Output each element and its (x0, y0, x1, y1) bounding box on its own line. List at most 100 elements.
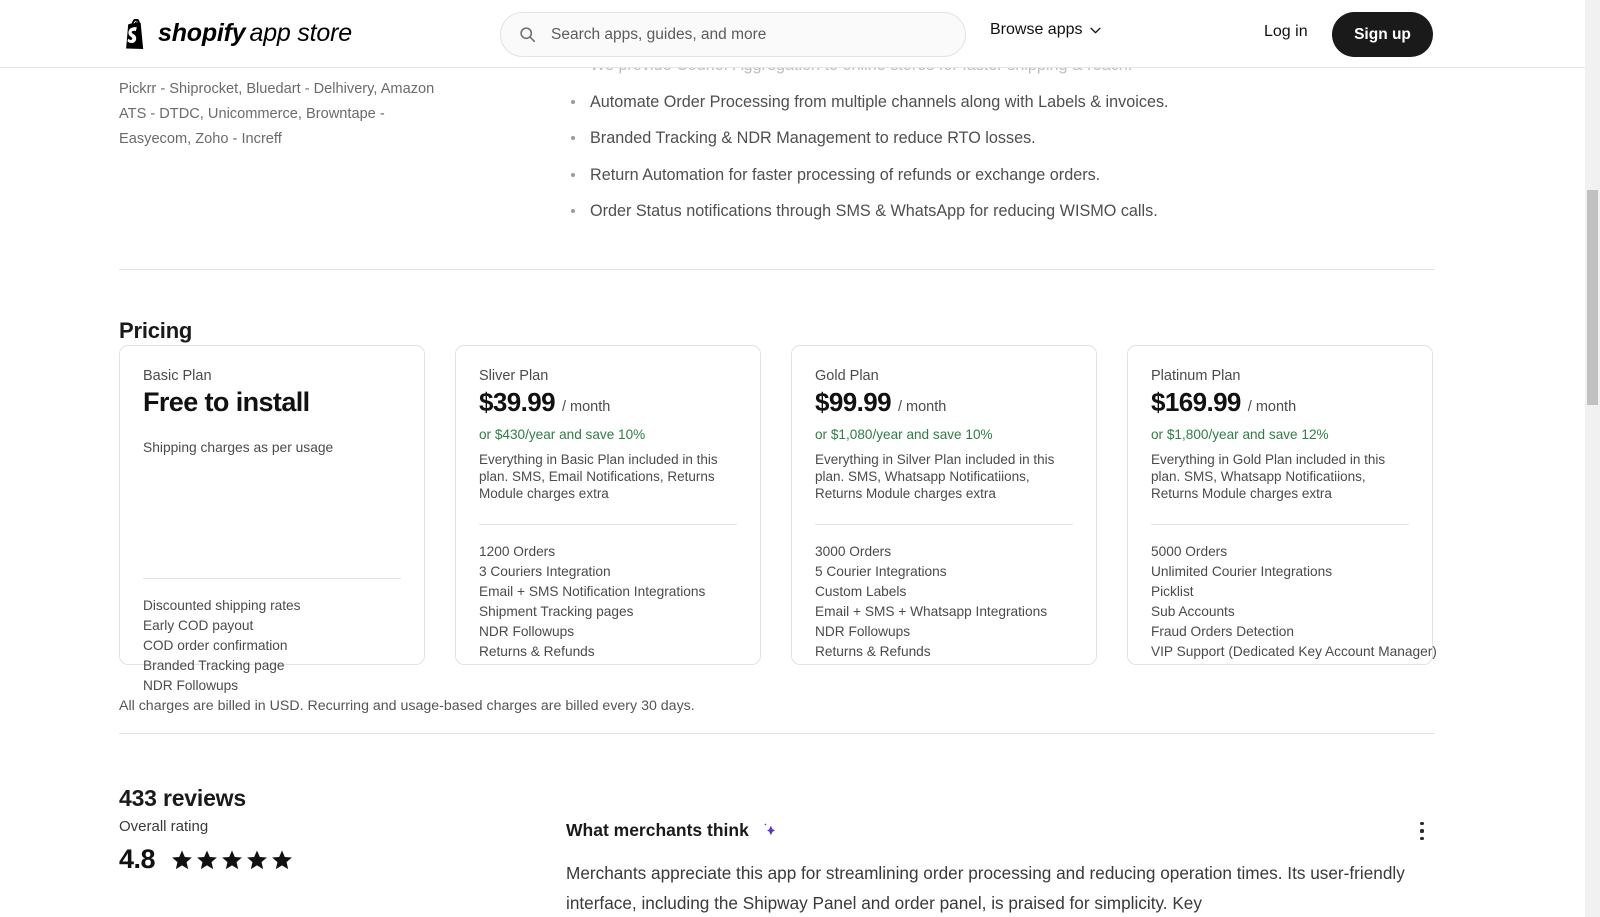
feature-bullet: Branded Tracking & NDR Management to red… (568, 127, 1448, 149)
search-icon (519, 26, 536, 43)
signup-button[interactable]: Sign up (1332, 12, 1433, 57)
plan-feature: Shipment Tracking pages (479, 602, 748, 622)
plan-feature: 1200 Orders (479, 542, 748, 562)
plan-annual-savings: or $1,800/year and save 12% (1151, 427, 1409, 442)
search-bar[interactable] (500, 12, 966, 57)
plan-feature: Returns & Refunds (815, 642, 1084, 662)
shopify-app-store-logo[interactable]: shopifyapp store (122, 19, 352, 49)
plan-feature: NDR Followups (479, 622, 748, 642)
star-filled-icon (196, 849, 218, 871)
app-feature-bullets: We provide Courier Aggregation to online… (568, 54, 1448, 237)
plan-feature: Picklist (1151, 582, 1420, 602)
plan-subtitle: Everything in Silver Plan included in th… (815, 452, 1073, 504)
pricing-heading: Pricing (119, 318, 192, 344)
overall-rating-label: Overall rating (119, 818, 208, 835)
overall-rating-row: 4.8 (119, 844, 293, 875)
kebab-menu-icon[interactable] (1412, 820, 1432, 842)
star-filled-icon (246, 849, 268, 871)
plan-feature: 5 Courier Integrations (815, 562, 1084, 582)
plan-price-row: $169.99 / month (1151, 387, 1409, 418)
plan-price-row: Free to install (143, 387, 401, 418)
page-viewport: shopifyapp store Browse apps Log in Sign… (0, 0, 1600, 917)
login-link[interactable]: Log in (1264, 23, 1308, 41)
plan-feature: Email + SMS + Whatsapp Integrations (815, 602, 1084, 622)
plan-name: Gold Plan (815, 368, 1073, 384)
pricing-card-platinum[interactable]: Platinum Plan $169.99 / month or $1,800/… (1127, 345, 1433, 665)
ai-sparkle-icon (760, 822, 777, 839)
card-divider (479, 524, 737, 525)
plan-price: Free to install (143, 387, 310, 418)
plan-price-period: / month (898, 399, 946, 415)
merchants-summary-header: What merchants think (566, 820, 777, 841)
section-divider (119, 269, 1435, 270)
plan-feature: Sub Accounts (1151, 602, 1420, 622)
plan-feature-list: Discounted shipping rates Early COD payo… (143, 596, 412, 696)
plan-feature-list: 5000 Orders Unlimited Courier Integratio… (1151, 542, 1420, 662)
star-filled-icon (271, 849, 293, 871)
browse-apps-label: Browse apps (990, 21, 1083, 39)
plan-feature: Branded Tracking page (143, 656, 412, 676)
plan-price: $169.99 (1151, 387, 1241, 418)
plan-feature: COD order confirmation (143, 636, 412, 656)
plan-price: $39.99 (479, 387, 555, 418)
feature-bullet: Order Status notifications through SMS &… (568, 200, 1448, 222)
plan-feature-list: 1200 Orders 3 Couriers Integration Email… (479, 542, 748, 662)
plan-price-period: / month (562, 399, 610, 415)
plan-subtitle: Shipping charges as per usage (143, 440, 401, 492)
plan-feature: 3000 Orders (815, 542, 1084, 562)
reviews-heading: 433 reviews (119, 785, 246, 812)
plan-price-row: $99.99 / month (815, 387, 1073, 418)
billing-disclaimer: All charges are billed in USD. Recurring… (119, 698, 695, 714)
feature-bullet: Return Automation for faster processing … (568, 164, 1448, 186)
plan-feature: Discounted shipping rates (143, 596, 412, 616)
plan-name: Platinum Plan (1151, 368, 1409, 384)
merchants-summary-title: What merchants think (566, 820, 749, 841)
pricing-card-basic[interactable]: Basic Plan Free to install Shipping char… (119, 345, 425, 665)
card-divider (1151, 524, 1409, 525)
plan-feature: 3 Couriers Integration (479, 562, 748, 582)
plan-feature: VIP Support (Dedicated Key Account Manag… (1151, 642, 1420, 662)
plan-feature: Email + SMS Notification Integrations (479, 582, 748, 602)
brand-primary: shopify (158, 19, 246, 47)
plan-annual-savings: or $1,080/year and save 10% (815, 427, 1073, 442)
pricing-plan-list: Basic Plan Free to install Shipping char… (119, 345, 1433, 665)
chevron-down-icon (1090, 27, 1101, 34)
pricing-card-silver[interactable]: Sliver Plan $39.99 / month or $430/year … (455, 345, 761, 665)
plan-subtitle: Everything in Basic Plan included in thi… (479, 452, 737, 504)
plan-feature: NDR Followups (143, 676, 412, 696)
card-divider (143, 578, 401, 579)
plan-name: Sliver Plan (479, 368, 737, 384)
plan-price-row: $39.99 / month (479, 387, 737, 418)
merchants-summary-text: Merchants appreciate this app for stream… (566, 858, 1438, 917)
plan-feature: Early COD payout (143, 616, 412, 636)
plan-price-period: / month (1248, 399, 1296, 415)
integration-partners-text: Pickrr - Shiprocket, Bluedart - Delhiver… (119, 77, 449, 152)
browse-apps-menu[interactable]: Browse apps (990, 21, 1101, 39)
plan-subtitle: Everything in Gold Plan included in this… (1151, 452, 1409, 504)
plan-feature: Unlimited Courier Integrations (1151, 562, 1420, 582)
feature-bullet: Automate Order Processing from multiple … (568, 91, 1448, 113)
section-divider (119, 733, 1435, 734)
kebab-dot (1420, 837, 1423, 840)
kebab-dot (1420, 822, 1423, 825)
site-header: shopifyapp store Browse apps Log in Sign… (0, 0, 1585, 68)
plan-feature-list: 3000 Orders 5 Courier Integrations Custo… (815, 542, 1084, 662)
search-input[interactable] (549, 25, 947, 45)
plan-feature: 5000 Orders (1151, 542, 1420, 562)
star-filled-icon (171, 849, 193, 871)
plan-feature: Returns & Refunds (479, 642, 748, 662)
page-scrollbar-track[interactable] (1585, 0, 1600, 917)
rating-value: 4.8 (119, 844, 155, 875)
plan-feature: NDR Followups (815, 622, 1084, 642)
plan-annual-savings: or $430/year and save 10% (479, 427, 737, 442)
plan-feature: Fraud Orders Detection (1151, 622, 1420, 642)
rating-stars (171, 849, 293, 871)
plan-name: Basic Plan (143, 368, 401, 384)
star-filled-icon (221, 849, 243, 871)
plan-feature: Custom Labels (815, 582, 1084, 602)
brand-wordmark: shopifyapp store (158, 19, 352, 48)
kebab-dot (1420, 829, 1423, 832)
page-scrollbar-thumb[interactable] (1587, 190, 1598, 405)
brand-secondary: app store (250, 19, 352, 47)
pricing-card-gold[interactable]: Gold Plan $99.99 / month or $1,080/year … (791, 345, 1097, 665)
